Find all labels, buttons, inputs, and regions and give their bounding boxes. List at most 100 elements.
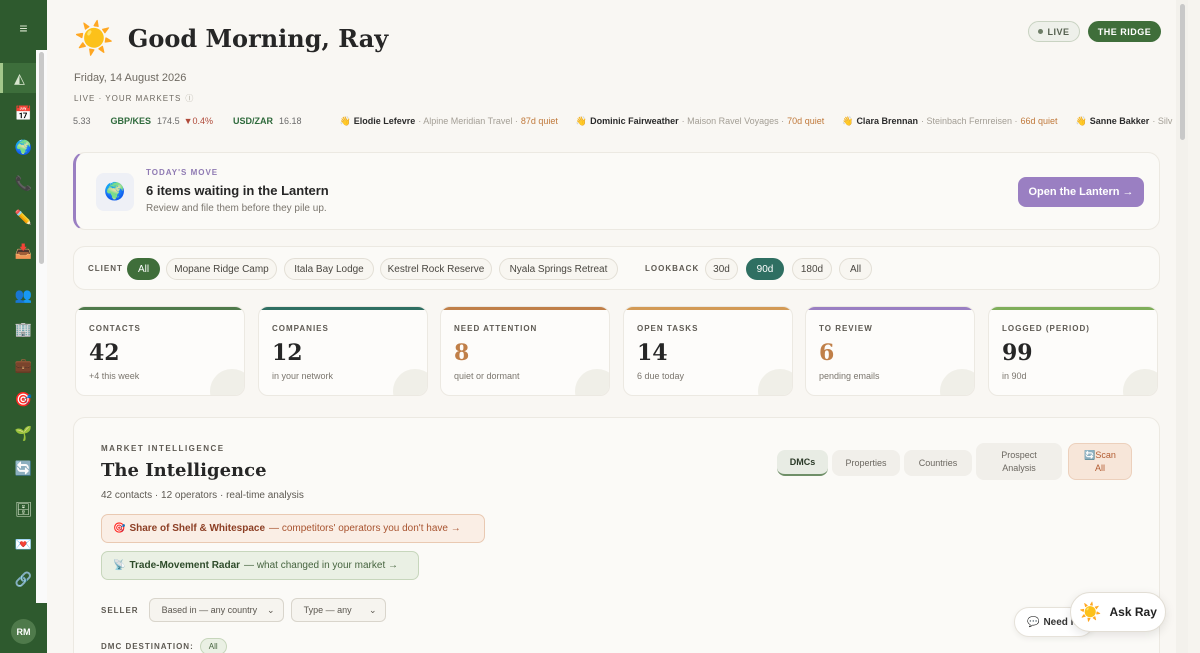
contact-quiet: 70d quiet	[787, 116, 825, 126]
stat-value: 42	[89, 340, 120, 366]
client-chip[interactable]: Mopane Ridge Camp	[166, 258, 277, 280]
stat-sub: 6 due today	[637, 371, 685, 381]
todays-move-title: 6 items waiting in the Lantern	[146, 183, 329, 198]
trade-radar-link[interactable]: 📡 Trade-Movement Radar — what changed in…	[101, 551, 419, 580]
intelligence-panel: MARKET INTELLIGENCE The Intelligence 42 …	[73, 417, 1160, 653]
open-lantern-button[interactable]: Open the Lantern →	[1018, 177, 1144, 207]
dmc-destination-row: DMC DESTINATION: All	[101, 638, 227, 653]
rate-value: 16.18	[279, 116, 302, 126]
wave-icon: 👋	[339, 115, 351, 126]
scrollbar-thumb[interactable]	[39, 52, 44, 264]
stat-card-companies[interactable]: COMPANIES 12 in your network	[258, 306, 428, 396]
scan-all-button[interactable]: 🔄Scan All	[1068, 443, 1132, 480]
contact-company: · Alpine Meridian Travel ·	[418, 116, 518, 126]
stat-sub: in 90d	[1002, 371, 1027, 381]
seller-label: SELLER	[101, 605, 139, 615]
greeting: ☀️ Good Morning, Ray	[74, 22, 388, 54]
stat-card-open-tasks[interactable]: OPEN TASKS 14 6 due today	[623, 306, 793, 396]
decorative-blob	[575, 369, 609, 395]
sun-icon: ☀️	[1079, 601, 1102, 622]
stat-label: LOGGED (PERIOD)	[1002, 324, 1090, 333]
main-content: ☀️ Good Morning, Ray Friday, 14 August 2…	[47, 0, 1188, 653]
seller-country-value: Based in — any country	[161, 605, 258, 615]
ask-ray-button[interactable]: ☀️ Ask Ray	[1070, 592, 1166, 632]
stat-label: NEED ATTENTION	[454, 324, 538, 333]
stat-label: TO REVIEW	[819, 324, 873, 333]
tab-countries[interactable]: Countries	[904, 450, 972, 476]
dmc-destination-chip-all[interactable]: All	[199, 638, 227, 653]
stat-card-need-attention[interactable]: NEED ATTENTION 8 quiet or dormant	[440, 306, 610, 396]
stat-label: COMPANIES	[272, 324, 329, 333]
ticker-contact[interactable]: 👋 Elodie Lefevre · Alpine Meridian Travel …	[340, 116, 558, 127]
markets-label-text: LIVE · YOUR MARKETS	[74, 94, 182, 103]
lookback-chip[interactable]: 180d	[792, 258, 832, 280]
stat-accent-bar	[441, 307, 609, 310]
stat-value: 99	[1002, 340, 1033, 366]
lookback-chip[interactable]: All	[839, 258, 872, 280]
markets-label: LIVE · YOUR MARKETS ⓘ	[74, 93, 194, 104]
globe-icon: 🌍	[96, 173, 134, 211]
ticker-rate: GBP/KES 174.5 ▼0.4%	[111, 116, 213, 126]
sidebar-scrollbar[interactable]	[36, 50, 47, 603]
share-of-shelf-link[interactable]: 🎯 Share of Shelf & Whitespace — competit…	[101, 514, 485, 543]
decorative-blob	[940, 369, 974, 395]
decorative-blob	[210, 369, 244, 395]
live-badge[interactable]: LIVE	[1028, 21, 1080, 42]
ticker-contact[interactable]: 👋 Clara Brennan · Steinbach Fernreisen · 66…	[842, 116, 1057, 127]
stat-accent-bar	[259, 307, 427, 310]
seller-type-select[interactable]: Type — any ⌄	[290, 598, 386, 622]
trade-radar-desc: — what changed in your market →	[244, 560, 399, 571]
client-chip[interactable]: Itala Bay Lodge	[284, 258, 374, 280]
contact-company: · Steinbach Fernreisen ·	[920, 116, 1018, 126]
menu-icon[interactable]: ≡	[0, 17, 47, 39]
decorative-blob	[1123, 369, 1157, 395]
stat-card-to-review[interactable]: TO REVIEW 6 pending emails	[805, 306, 975, 396]
scan-line1: Scan	[1095, 449, 1116, 460]
rate-value: 174.5	[157, 116, 180, 126]
ticker-lead-value: 5.33	[73, 116, 91, 126]
scrollbar-thumb[interactable]	[1180, 4, 1185, 140]
contact-company: · Maison Ravel Voyages ·	[681, 116, 785, 126]
rate-change: ▼0.4%	[183, 116, 213, 126]
client-chip[interactable]: Kestrel Rock Reserve	[380, 258, 492, 280]
tab-prospect-analysis[interactable]: Prospect Analysis	[976, 443, 1062, 480]
info-icon[interactable]: ⓘ	[185, 94, 194, 103]
trade-radar-title: Trade-Movement Radar	[129, 560, 241, 571]
share-of-shelf-title: Share of Shelf & Whitespace	[129, 523, 266, 534]
ticker-contact[interactable]: 👋 Dominic Fairweather · Maison Ravel Voyag…	[576, 116, 824, 127]
lookback-chip-selected[interactable]: 90d	[746, 258, 784, 280]
workspace-button[interactable]: THE RIDGE	[1088, 21, 1161, 42]
stat-card-contacts[interactable]: CONTACTS 42 +4 this week	[75, 306, 245, 396]
stat-value: 12	[272, 340, 303, 366]
intelligence-kicker: MARKET INTELLIGENCE	[101, 444, 225, 453]
rate-pair: USD/ZAR	[233, 116, 273, 126]
stat-sub: +4 this week	[89, 371, 140, 381]
intelligence-title: The Intelligence	[101, 460, 267, 481]
tab-properties[interactable]: Properties	[832, 450, 900, 476]
dashboard-icon[interactable]: ◭	[0, 63, 36, 93]
live-dot-icon	[1038, 29, 1044, 34]
contact-name: Sanne Bakker	[1089, 116, 1150, 126]
sun-icon: ☀️	[74, 20, 114, 56]
rate-pair: GBP/KES	[110, 116, 152, 126]
ticker-rate: USD/ZAR 16.18	[233, 116, 302, 126]
share-of-shelf-desc: — competitors' operators you don't have …	[269, 523, 461, 534]
page-scrollbar[interactable]	[1176, 0, 1188, 653]
ask-ray-label: Ask Ray	[1109, 605, 1157, 619]
tab-dmcs[interactable]: DMCs	[777, 450, 828, 476]
contact-name: Elodie Lefevre	[353, 116, 416, 126]
wave-icon: 👋	[842, 115, 854, 126]
chevron-down-icon: ⌄	[369, 604, 377, 615]
client-chip[interactable]: Nyala Springs Retreat	[499, 258, 618, 280]
lookback-chip[interactable]: 30d	[705, 258, 738, 280]
date-label: Friday, 14 August 2026	[74, 72, 187, 84]
ticker-contact[interactable]: 👋 Sanne Bakker · Silv	[1076, 116, 1173, 127]
stat-label: OPEN TASKS	[637, 324, 699, 333]
stat-accent-bar	[624, 307, 792, 310]
contact-company: · Silv	[1152, 116, 1173, 126]
avatar[interactable]: RM	[11, 619, 36, 644]
client-chip-all[interactable]: All	[127, 258, 160, 280]
stat-value: 14	[637, 340, 668, 366]
stat-card-logged[interactable]: LOGGED (PERIOD) 99 in 90d	[988, 306, 1158, 396]
seller-country-select[interactable]: Based in — any country ⌄	[148, 598, 284, 622]
